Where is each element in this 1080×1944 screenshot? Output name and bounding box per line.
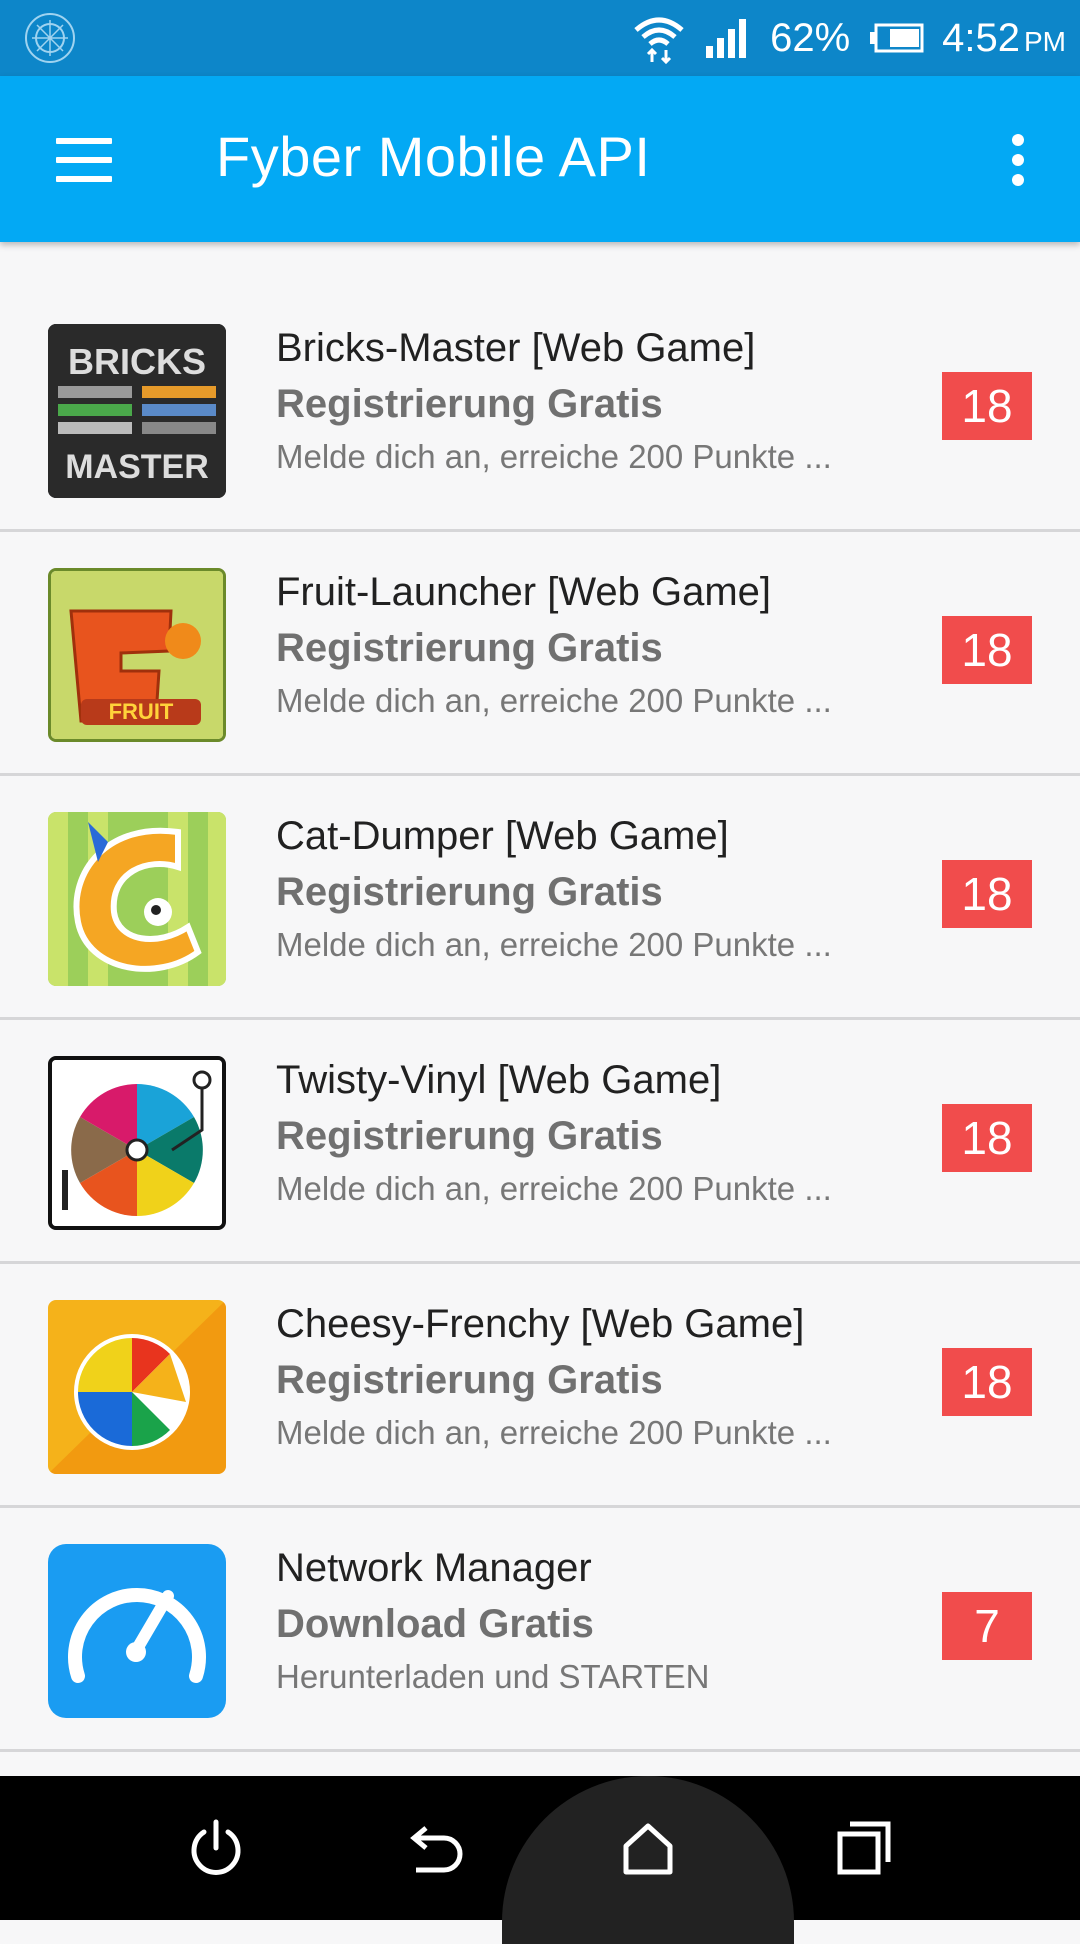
network-manager-icon [48,1544,226,1718]
power-icon[interactable] [184,1816,248,1880]
offer-title: Network Manager [276,1546,592,1590]
offer-description: Melde dich an, erreiche 200 Punkte ... [276,1414,832,1451]
offer-title: Fruit-Launcher [Web Game] [276,570,772,614]
offer-row[interactable]: BRICKS MASTER Bricks-Master [Web Game] R… [0,288,1080,532]
recent-apps-icon[interactable] [832,1816,896,1880]
points-badge: 18 [942,1348,1032,1416]
navigation-bar [0,1776,1080,1944]
offer-row[interactable]: Cheesy-Frenchy [Web Game] Registrierung … [0,1264,1080,1508]
hamburger-menu-icon[interactable] [56,138,112,182]
svg-text:FRUIT: FRUIT [109,699,174,724]
points-badge: 18 [942,372,1032,440]
time-ampm: PM [1024,25,1066,57]
offer-row[interactable]: Network Manager Download Gratis Herunter… [0,1508,1080,1752]
offer-title: Cheesy-Frenchy [Web Game] [276,1302,805,1346]
offer-description: Melde dich an, erreiche 200 Punkte ... [276,926,832,963]
back-icon[interactable] [400,1816,464,1880]
overflow-menu-icon[interactable] [1012,134,1024,186]
offer-row[interactable]: Twisty-Vinyl [Web Game] Registrierung Gr… [0,1020,1080,1264]
status-time: 4:52 PM [942,16,1066,61]
bricks-master-icon: BRICKS MASTER [48,324,226,498]
offer-title: Bricks-Master [Web Game] [276,326,756,370]
app-title: Fyber Mobile API [216,125,651,188]
offer-description: Herunterladen und STARTEN [276,1658,710,1695]
offer-subtitle: Registrierung Gratis [276,870,663,914]
app-bar: Fyber Mobile API [0,76,1080,242]
offer-list: BRICKS MASTER Bricks-Master [Web Game] R… [0,242,1080,1752]
cat-dumper-icon [48,812,226,986]
offer-subtitle: Download Gratis [276,1602,594,1646]
offer-title: Twisty-Vinyl [Web Game] [276,1058,722,1102]
offer-subtitle: Registrierung Gratis [276,1114,663,1158]
offer-description: Melde dich an, erreiche 200 Punkte ... [276,682,832,719]
points-badge: 18 [942,860,1032,928]
system-logo-icon [25,13,75,63]
offer-row[interactable]: FRUIT Fruit-Launcher [Web Game] Registri… [0,532,1080,776]
offer-title: Cat-Dumper [Web Game] [276,814,729,858]
battery-icon [870,23,924,53]
points-badge: 18 [942,616,1032,684]
twisty-vinyl-icon [48,1056,226,1230]
signal-icon [706,19,747,58]
offer-subtitle: Registrierung Gratis [276,1358,663,1402]
cheesy-frenchy-icon [48,1300,226,1474]
wifi-icon [634,17,684,64]
offer-subtitle: Registrierung Gratis [276,382,663,426]
offer-description: Melde dich an, erreiche 200 Punkte ... [276,1170,832,1207]
status-bar: 62% 4:52 PM [0,0,1080,76]
svg-text:MASTER: MASTER [65,448,209,486]
offer-description: Melde dich an, erreiche 200 Punkte ... [276,438,832,475]
offer-subtitle: Registrierung Gratis [276,626,663,670]
points-badge: 7 [942,1592,1032,1660]
offer-row[interactable]: Cat-Dumper [Web Game] Registrierung Grat… [0,776,1080,1020]
battery-percent: 62% [770,15,851,60]
home-icon[interactable] [616,1816,680,1880]
fruit-launcher-icon: FRUIT [48,568,226,742]
points-badge: 18 [942,1104,1032,1172]
svg-text:BRICKS: BRICKS [68,341,206,382]
time-value: 4:52 [942,15,1020,60]
